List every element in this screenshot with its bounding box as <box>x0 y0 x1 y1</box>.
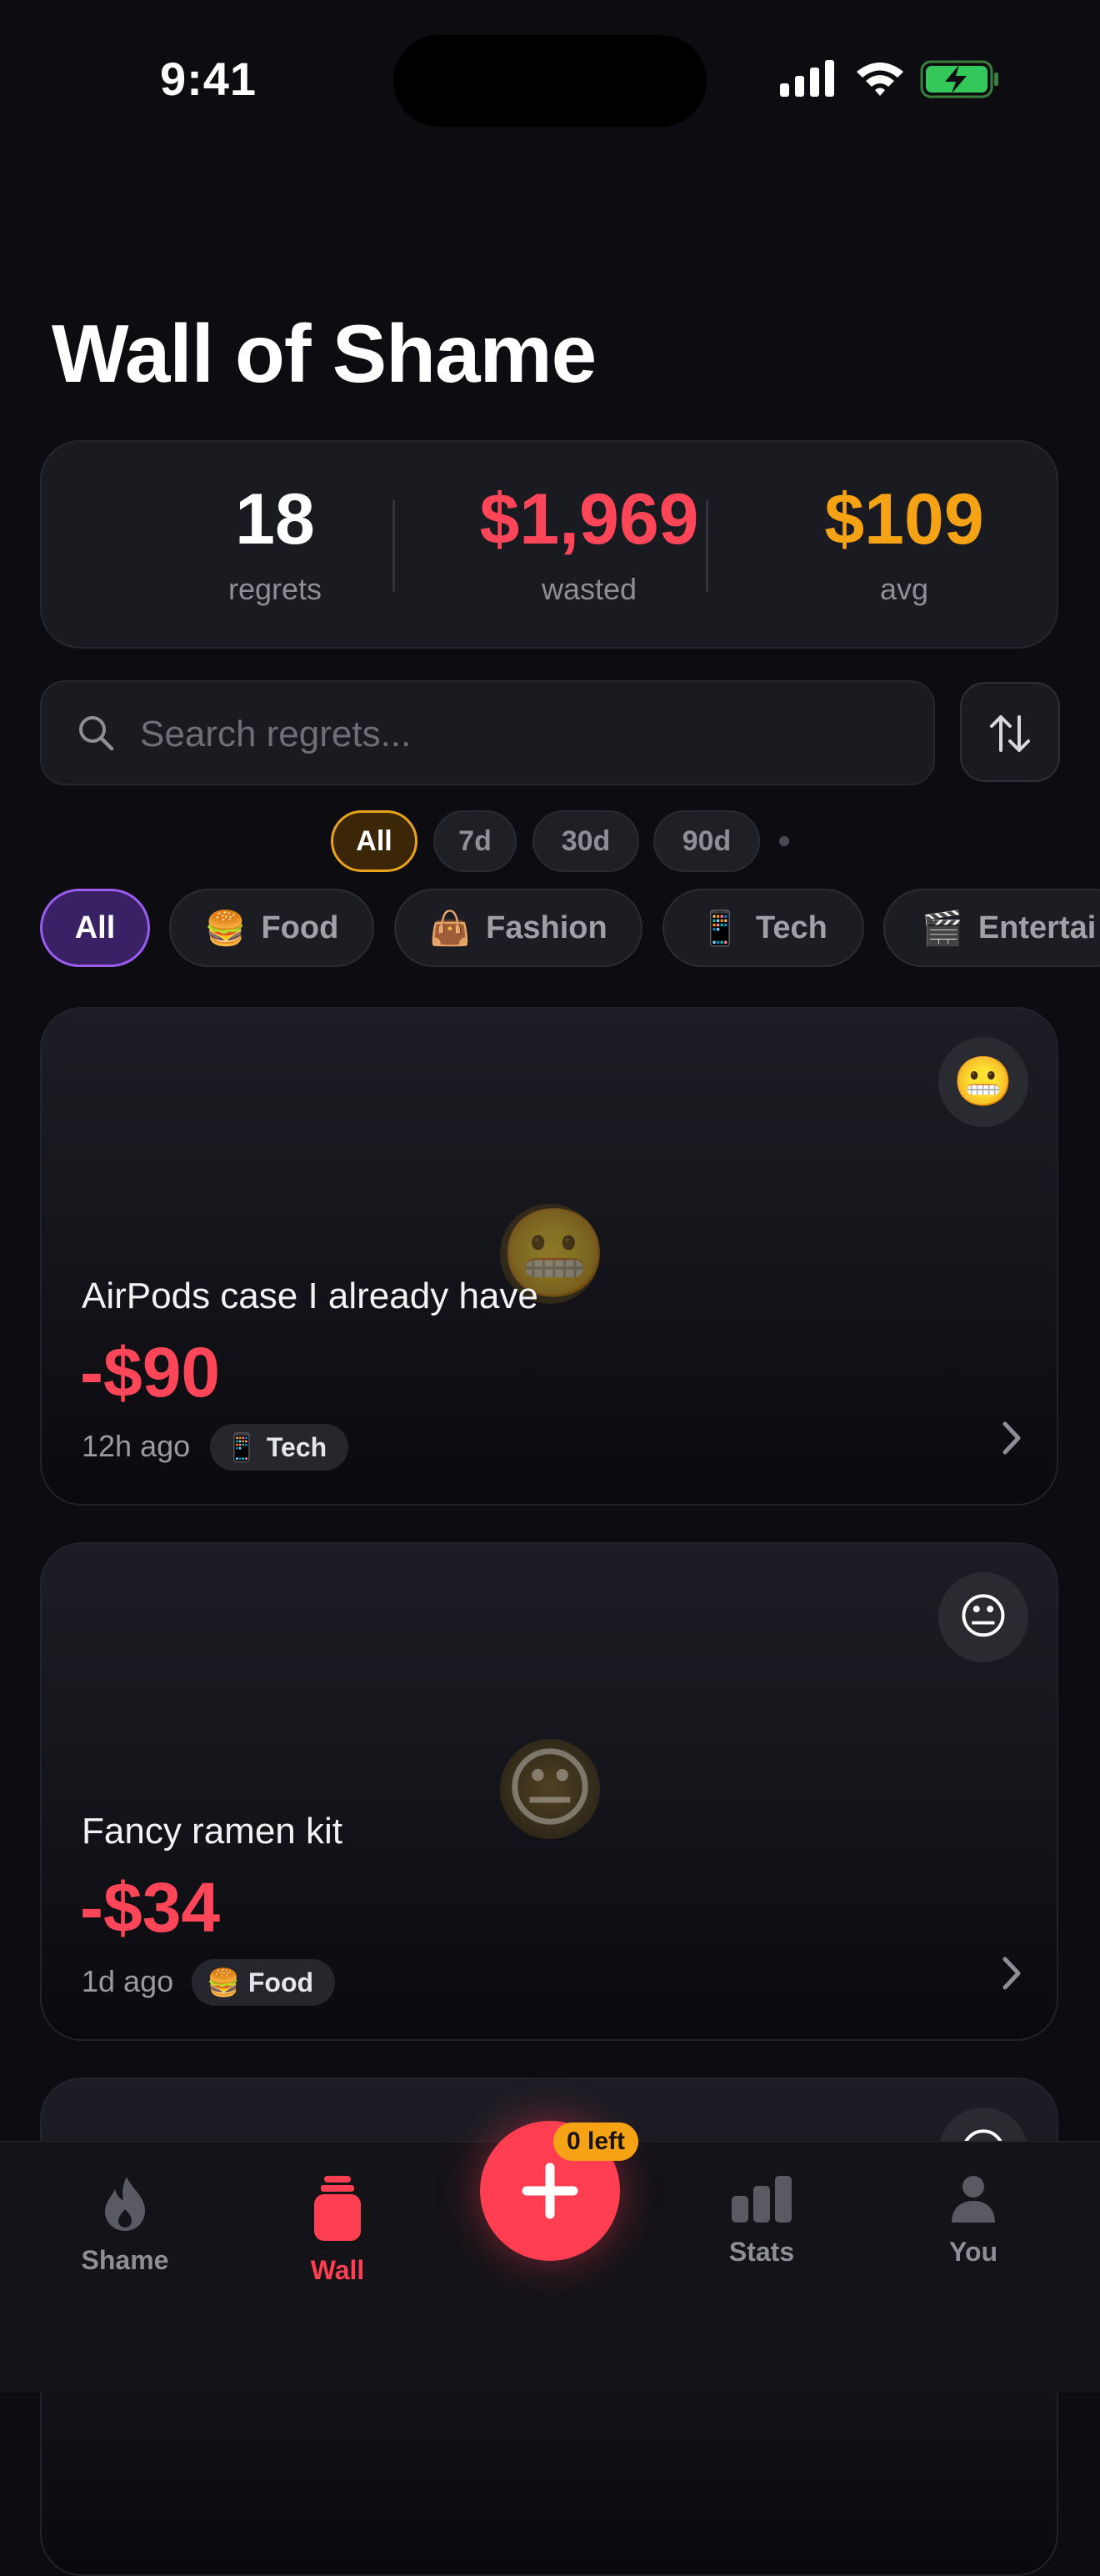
category-chip-label: Tech <box>755 910 828 945</box>
stat-divider <box>392 500 395 592</box>
time-filter-30d[interactable]: 30d <box>532 810 639 872</box>
tab-label: Shame <box>81 2245 169 2275</box>
regret-time: 1d ago <box>82 1964 174 1998</box>
regret-amount: -$90 <box>80 1333 221 1411</box>
category-tag: 🍔 Food <box>192 1959 336 2006</box>
regret-card[interactable]: 😬 😬 AirPods case I already have -$90 12h… <box>40 1007 1058 1506</box>
stat-label: wasted <box>541 572 638 606</box>
battery-charging-icon <box>920 60 998 98</box>
category-chip-label: Fashion <box>486 910 608 945</box>
remaining-count-badge: 0 left <box>553 2122 639 2161</box>
chevron-right-icon <box>1002 1421 1021 1455</box>
stat-regrets: 18 regrets <box>125 484 425 607</box>
stat-label: avg <box>879 572 929 606</box>
category-chip-entertainment[interactable]: 🎬 Entertai <box>883 889 1100 967</box>
category-tag-label: Food <box>248 1967 314 1997</box>
clapperboard-icon: 🎬 <box>922 910 963 947</box>
sort-arrows-icon <box>990 715 1030 752</box>
summary-stats-card: 18 regrets $1,969 wasted $109 avg <box>40 440 1058 649</box>
category-chip-label: Food <box>261 910 339 945</box>
stat-wasted: $1,969 wasted <box>439 484 739 607</box>
flame-icon <box>105 2177 145 2231</box>
status-time: 9:41 <box>159 53 258 105</box>
category-chip-label: Entertai <box>978 910 1097 945</box>
category-chip-label: All <box>74 910 116 945</box>
regret-card[interactable]: 😐 😐 Fancy ramen kit -$34 1d ago 🍔 Food <box>40 1542 1058 2041</box>
tab-stats[interactable]: Stats <box>678 2174 845 2268</box>
regret-time: 12h ago <box>82 1429 191 1463</box>
chevron-right-icon <box>1002 1957 1021 1990</box>
stat-label: regrets <box>228 572 322 606</box>
tab-label: Stats <box>728 2237 795 2267</box>
tab-label: Wall <box>310 2255 365 2285</box>
tab-label: You <box>948 2237 998 2267</box>
dynamic-island <box>393 35 707 127</box>
page-title: Wall of Shame <box>52 308 597 399</box>
regret-amount: -$34 <box>80 1868 221 1947</box>
phone-icon: 📱 <box>225 1432 258 1462</box>
stat-average: $109 avg <box>754 484 1054 607</box>
category-chip-food[interactable]: 🍔 Food <box>169 889 374 967</box>
stat-value: $1,969 <box>479 479 699 559</box>
search-input[interactable] <box>138 700 892 769</box>
category-chip-fashion[interactable]: 👜 Fashion <box>394 889 642 967</box>
more-dot <box>779 836 789 846</box>
neutral-face-icon: 😐 <box>504 1741 596 1837</box>
phone-icon: 📱 <box>699 910 741 947</box>
stat-divider <box>706 500 708 592</box>
burger-icon: 🍔 <box>204 910 247 947</box>
regret-title: AirPods case I already have <box>82 1275 538 1316</box>
regret-title: Fancy ramen kit <box>82 1811 342 1852</box>
time-filter-7d[interactable]: 7d <box>433 810 517 872</box>
grimace-face-icon: 😬 <box>938 1037 1028 1127</box>
time-filter-90d[interactable]: 90d <box>653 810 760 872</box>
category-chip-tech[interactable]: 📱 Tech <box>662 889 864 967</box>
category-chip-all[interactable]: All <box>40 889 150 967</box>
category-tag: 📱 Tech <box>210 1424 349 1471</box>
category-tag-label: Tech <box>266 1431 328 1462</box>
tab-you[interactable]: You <box>890 2174 1057 2268</box>
jar-icon <box>314 2176 361 2241</box>
stat-value: $109 <box>824 479 984 559</box>
bar-chart-icon <box>732 2176 792 2223</box>
person-icon <box>952 2176 995 2223</box>
tab-shame[interactable]: Shame <box>42 2174 208 2276</box>
wifi-icon <box>857 63 903 96</box>
search-icon <box>79 716 114 751</box>
cellular-signal-icon <box>780 60 834 97</box>
burger-icon: 🍔 <box>207 1967 240 1997</box>
neutral-face-icon: 😐 <box>938 1572 1028 1662</box>
handbag-icon: 👜 <box>429 910 472 947</box>
tab-wall[interactable]: Wall <box>254 2174 421 2286</box>
stat-value: 18 <box>235 479 315 559</box>
time-filter-all[interactable]: All <box>331 810 418 872</box>
